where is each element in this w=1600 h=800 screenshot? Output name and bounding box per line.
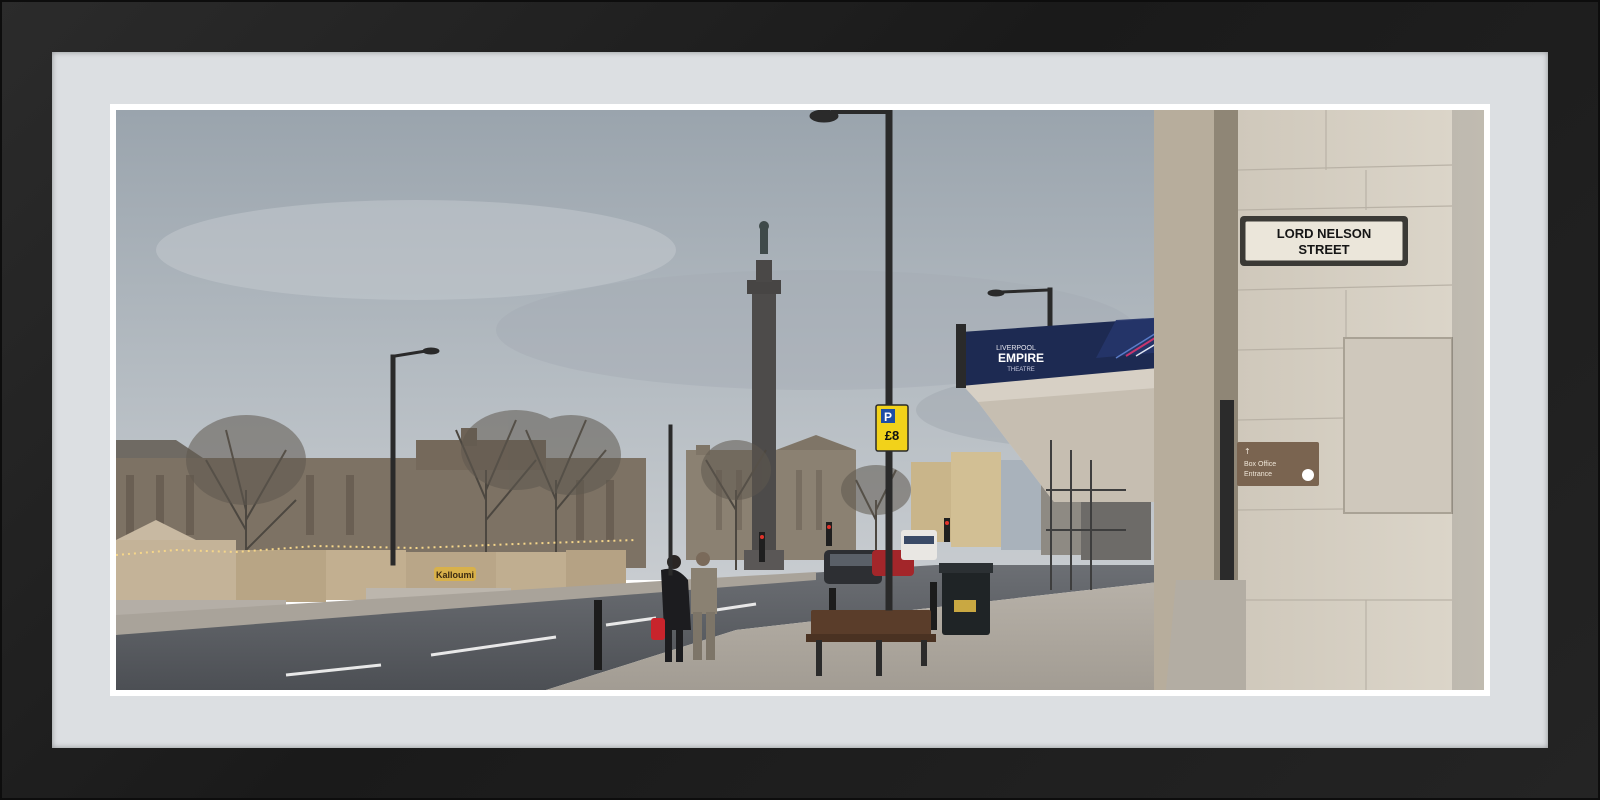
foreground-pavement — [1166, 580, 1246, 690]
box-office-line2: Entrance — [1244, 471, 1272, 478]
box-office-arrow: ↑ — [1244, 447, 1251, 456]
street-name-sign: LORD NELSON STREET — [1240, 216, 1408, 266]
theatre-sign-bottom: THEATRE — [1007, 367, 1035, 373]
parking-sign-letter: P — [884, 410, 892, 424]
street-name-line2: STREET — [1298, 242, 1349, 257]
parking-sign: P £8 — [875, 404, 909, 452]
box-office-sign: ↑ Box Office Entrance — [1237, 442, 1319, 486]
box-office-line1: Box Office — [1244, 461, 1276, 468]
litter-bin — [939, 563, 993, 635]
cloud — [156, 200, 676, 300]
theatre-sign-name: EMPIRE — [998, 351, 1044, 365]
parking-sign-price: £8 — [885, 428, 899, 443]
market-stall-sign-text: Kalloumi — [436, 570, 474, 580]
street-photo: Kalloumi P £8 LIVERPOOL EMPIRE THEATRE L… — [116, 110, 1484, 690]
street-name-line1: LORD NELSON — [1277, 226, 1372, 241]
